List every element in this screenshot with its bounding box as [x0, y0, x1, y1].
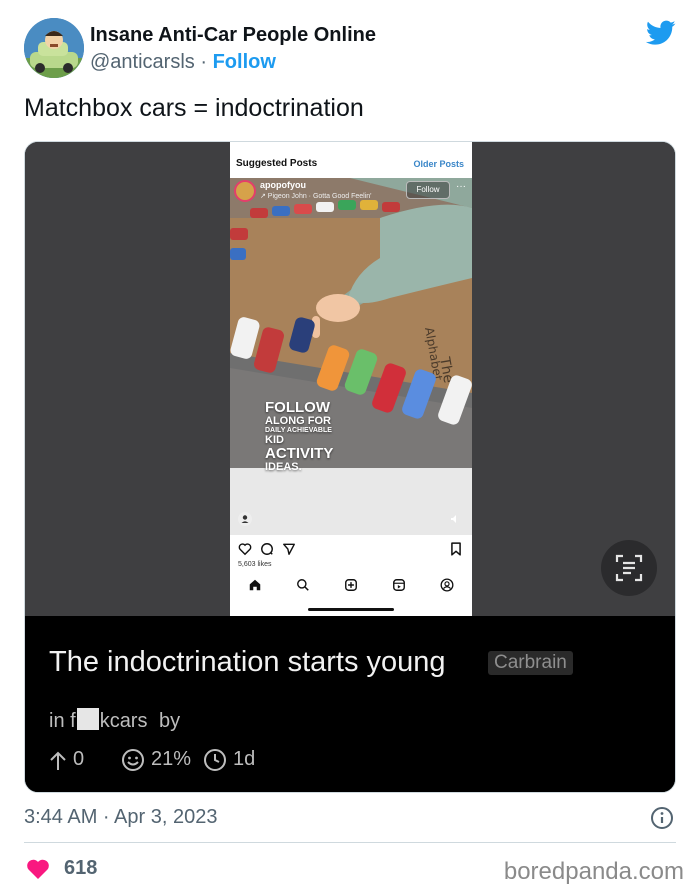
- instagram-suggested-header: Suggested Posts Older Posts: [230, 150, 472, 178]
- instagram-username: apopofyou: [260, 180, 306, 190]
- comment-icon: [261, 543, 273, 555]
- redaction-box: [76, 708, 99, 730]
- reddit-post-title: The indoctrination starts young: [49, 646, 446, 678]
- tweet-media[interactable]: Suggested Posts Older Posts Alphabet The: [24, 141, 676, 793]
- search-icon: [297, 579, 309, 591]
- community-line: in f kcars by: [49, 708, 180, 733]
- author-handle-line: @anticarsls · Follow: [90, 51, 276, 74]
- older-posts-link: Older Posts: [413, 159, 464, 169]
- post-age: 1d: [233, 748, 256, 770]
- like-count: 618: [64, 857, 98, 879]
- instagram-follow-button: Follow: [406, 181, 450, 199]
- share-icon: [283, 543, 295, 555]
- instagram-screenshot: Suggested Posts Older Posts Alphabet The: [230, 142, 472, 616]
- reddit-post-area: The indoctrination starts young Carbrain…: [25, 616, 675, 792]
- instagram-music: ↗ Pigeon John · Gotta Good Feelin': [260, 193, 372, 200]
- heart-outline-icon: [238, 543, 252, 556]
- community-suffix: kcars: [99, 710, 148, 732]
- instagram-post-user: apopofyou ↗ Pigeon John · Gotta Good Fee…: [234, 178, 472, 206]
- source-watermark: boredpanda.com: [503, 858, 684, 885]
- smiley-icon: [122, 749, 144, 771]
- tweet-header: Insane Anti-Car People Online @anticarsl…: [24, 18, 684, 80]
- author-avatar[interactable]: [24, 18, 84, 78]
- mute-icon: [451, 515, 456, 523]
- text-scan-icon: [615, 554, 643, 582]
- post-flair: Carbrain: [488, 651, 573, 675]
- author-handle[interactable]: @anticarsls: [90, 51, 195, 73]
- info-icon[interactable]: [650, 806, 674, 830]
- handle-separator: ·: [200, 51, 208, 73]
- overlay-line: FOLLOW: [265, 399, 330, 416]
- instagram-post-image: Alphabet The apopofyou ↗ Pigeon John · G…: [230, 178, 472, 535]
- instagram-more-icon: ···: [456, 181, 466, 192]
- instagram-likes: 5,603 likes: [238, 561, 272, 568]
- overlay-line: IDEAS.: [265, 460, 302, 473]
- avatar-cartoon-icon: [24, 18, 84, 78]
- clock-icon: [204, 749, 226, 771]
- author-name[interactable]: Insane Anti-Car People Online: [90, 24, 376, 47]
- video-overlay-text: FOLLOW ALONG FOR DAILY ACHIEVABLE KID AC…: [265, 400, 333, 473]
- reels-icon: [393, 579, 405, 591]
- heart-icon[interactable]: [26, 858, 50, 880]
- upvote-arrow-icon: [50, 751, 66, 770]
- home-indicator: [308, 608, 394, 611]
- upvote-ratio: 21%: [151, 748, 192, 770]
- instagram-avatar: [234, 180, 256, 202]
- bookmark-icon: [451, 542, 461, 556]
- twitter-bird-icon[interactable]: [646, 20, 676, 46]
- home-icon: [249, 579, 261, 591]
- tweet-timestamp[interactable]: 3:44 AM · Apr 3, 2023: [24, 806, 217, 829]
- instagram-bottom-nav: [230, 570, 472, 598]
- overlay-line: ACTIVITY: [265, 445, 334, 463]
- follow-button[interactable]: Follow: [213, 51, 276, 73]
- instagram-action-bar: [230, 540, 472, 560]
- by-label: by: [159, 710, 181, 732]
- overlay-line: ALONG FOR: [265, 414, 331, 427]
- screenshot-top-area: Suggested Posts Older Posts Alphabet The: [25, 142, 675, 616]
- profile-icon: [440, 578, 454, 592]
- profile-tag-icon: [238, 512, 252, 526]
- text-scan-button[interactable]: [601, 540, 657, 596]
- tweet-text: Matchbox cars = indoctrination: [24, 94, 364, 122]
- create-icon: [345, 579, 357, 591]
- footer-divider: [24, 842, 676, 843]
- suggested-posts-label: Suggested Posts: [236, 158, 318, 169]
- community-prefix: in f: [49, 710, 76, 732]
- toy-cars-photo: Alphabet The: [230, 178, 472, 535]
- upvote-count: 0: [73, 748, 85, 770]
